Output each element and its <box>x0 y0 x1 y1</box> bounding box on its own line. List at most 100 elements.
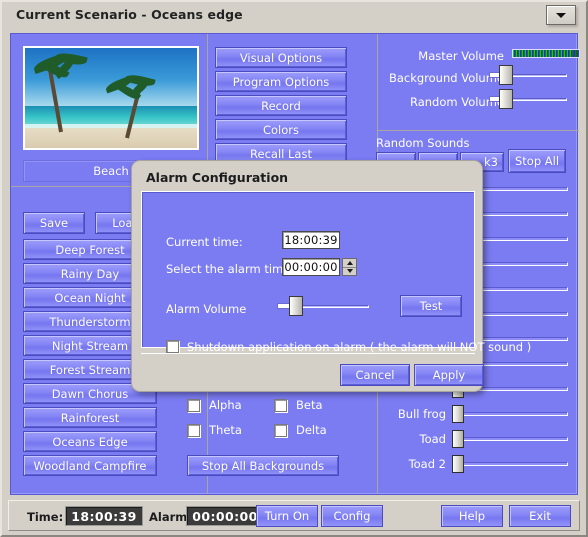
option-button-label: Visual Options <box>239 50 323 65</box>
option-button[interactable]: Colors <box>215 119 347 140</box>
alarm-time-input[interactable]: 00:00:00 <box>282 258 340 276</box>
stop-all-button[interactable]: Stop All <box>508 149 566 173</box>
scenario-button-label: Forest Stream <box>49 362 131 377</box>
page-title: Current Scenario - Oceans edge <box>16 7 243 22</box>
spinner-down-button[interactable] <box>343 268 356 276</box>
scenario-dropdown-button[interactable] <box>546 5 576 25</box>
status-time-value: 18:00:39 <box>65 506 143 526</box>
slider-thumb[interactable] <box>289 296 303 316</box>
scenario-button-label: Night Stream <box>51 338 129 353</box>
background-volume-label: Background Volume <box>388 71 504 85</box>
save-button[interactable]: Save <box>23 212 85 234</box>
slider-thumb[interactable] <box>499 65 513 85</box>
vu-segment <box>561 50 563 57</box>
alarm-time-spinner[interactable] <box>342 258 357 276</box>
random-volume-label: Random Volume <box>409 95 504 109</box>
slider-track <box>452 437 568 441</box>
alarm-time-label: Select the alarm time <box>166 262 291 276</box>
cancel-button[interactable]: Cancel <box>340 364 410 386</box>
vu-segment <box>573 50 575 57</box>
vu-segment <box>558 50 560 57</box>
stop-all-backgrounds-button[interactable]: Stop All Backgrounds <box>187 455 339 476</box>
option-button[interactable]: Visual Options <box>215 47 347 68</box>
option-button[interactable]: Record <box>215 95 347 116</box>
slider-track <box>452 462 568 466</box>
current-time-label: Current time: <box>166 235 243 249</box>
brainwave-checkbox-label: Theta <box>209 423 242 437</box>
slider-track <box>452 412 568 416</box>
option-button-label: Colors <box>262 122 300 137</box>
triangle-down-icon <box>346 269 353 274</box>
vu-segment <box>543 50 545 57</box>
vu-segment <box>549 50 551 57</box>
scenario-button-label: Rainforest <box>60 410 120 425</box>
slider-thumb[interactable] <box>499 89 513 109</box>
option-button-label: Recall Last <box>250 146 312 161</box>
shutdown-on-alarm-label: Shutdown application on alarm ( the alar… <box>187 340 532 354</box>
sound-slider-label: Toad <box>419 432 446 446</box>
vu-segment <box>516 50 518 57</box>
vu-segment <box>525 50 527 57</box>
slider-thumb[interactable] <box>452 405 464 423</box>
option-button-label: Record <box>261 98 301 113</box>
vu-segment <box>567 50 569 57</box>
vu-segment <box>570 50 572 57</box>
scenario-button[interactable]: Oceans Edge <box>23 431 157 452</box>
scenario-button-label: Woodland Campfire <box>33 458 147 473</box>
title-bar: Current Scenario - Oceans edge <box>4 2 584 30</box>
brainwave-checkbox-label: Beta <box>296 398 323 412</box>
scenario-button-label: Ocean Night <box>54 290 126 305</box>
thumbnail-sand <box>25 128 197 148</box>
spinner-up-button[interactable] <box>343 259 356 268</box>
alarm-volume-label: Alarm Volume <box>166 302 247 316</box>
scenario-button-label: Deep Forest <box>55 242 125 257</box>
turn-on-button[interactable]: Turn On <box>256 505 318 527</box>
brainwave-checkbox[interactable] <box>187 424 200 437</box>
slider-thumb[interactable] <box>452 455 464 473</box>
scenario-button-label: Rainy Day <box>60 266 120 281</box>
background-volume-slider[interactable] <box>489 65 567 85</box>
exit-button[interactable]: Exit <box>509 505 571 527</box>
sound-slider-label: Toad 2 <box>408 457 446 471</box>
option-button[interactable]: Program Options <box>215 71 347 92</box>
status-bar: Time: 18:00:39 Alarm: 00:00:00 Turn On C… <box>8 500 580 531</box>
vu-segment <box>540 50 542 57</box>
apply-button[interactable]: Apply <box>414 364 484 386</box>
vu-segment <box>555 50 557 57</box>
scenario-button[interactable]: Rainforest <box>23 407 157 428</box>
test-alarm-button[interactable]: Test <box>400 295 462 317</box>
brainwave-checkbox[interactable] <box>274 424 287 437</box>
random-volume-slider[interactable] <box>489 89 567 109</box>
sound-slider[interactable] <box>452 455 568 473</box>
help-button[interactable]: Help <box>441 505 503 527</box>
vu-segment <box>546 50 548 57</box>
brainwave-checkbox-label: Delta <box>296 423 327 437</box>
divider-right-horizontal <box>377 130 579 131</box>
sound-slider[interactable] <box>452 430 568 448</box>
dialog-body: Current time: 18:00:39 Select the alarm … <box>141 191 531 354</box>
dialog-title: Alarm Configuration <box>146 170 289 185</box>
triangle-up-icon <box>346 260 353 265</box>
config-button[interactable]: Config <box>321 505 383 527</box>
brainwave-checkbox[interactable] <box>274 399 287 412</box>
vu-segment <box>528 50 530 57</box>
vu-segment <box>576 50 578 57</box>
brainwave-checkbox-label: Alpha <box>209 398 242 412</box>
vu-segment <box>522 50 524 57</box>
master-volume-meter <box>512 49 580 58</box>
slider-thumb[interactable] <box>452 430 464 448</box>
vu-segment <box>513 50 515 57</box>
status-alarm-value: 00:00:00 <box>186 506 264 526</box>
sound-slider[interactable] <box>452 405 568 423</box>
vu-segment <box>564 50 566 57</box>
brainwave-checkbox[interactable] <box>187 399 200 412</box>
current-time-value: 18:00:39 <box>282 231 340 249</box>
scenario-button[interactable]: Woodland Campfire <box>23 455 157 476</box>
scenario-thumbnail <box>23 46 199 150</box>
alarm-volume-slider[interactable] <box>277 296 369 316</box>
shutdown-on-alarm-checkbox[interactable] <box>166 340 179 353</box>
sound-slider-label: Bull frog <box>397 407 446 421</box>
vu-segment <box>531 50 533 57</box>
application-window: Current Scenario - Oceans edge Beach Sav… <box>0 0 588 537</box>
vu-segment <box>534 50 536 57</box>
